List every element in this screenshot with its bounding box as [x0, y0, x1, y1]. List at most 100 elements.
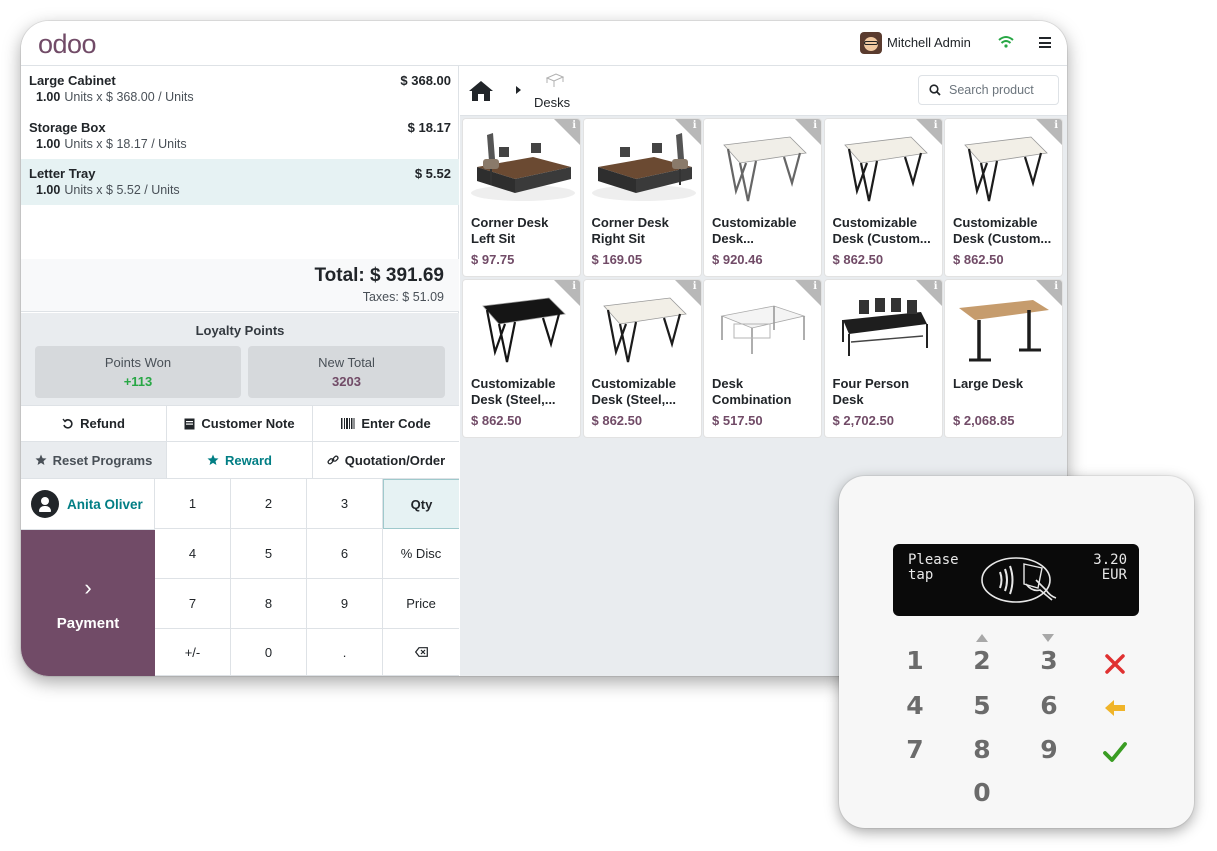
numpad-key-4[interactable]: 4 — [155, 529, 231, 579]
terminal-key-4[interactable]: 4 — [895, 691, 935, 725]
product-price: $ 517.50 — [712, 413, 763, 428]
numpad-key-disc[interactable]: % Disc — [383, 529, 459, 579]
numpad-key-5[interactable]: 5 — [231, 529, 307, 579]
product-name: Customizable Desk (Custom... — [953, 215, 1052, 246]
terminal-key-6[interactable]: 6 — [1029, 691, 1069, 725]
order-line-qty: 1.00 — [36, 90, 61, 104]
info-icon[interactable]: i — [693, 120, 697, 131]
numpad-key-6[interactable]: 6 — [307, 529, 383, 579]
wifi-icon — [998, 36, 1014, 48]
search-box[interactable] — [918, 75, 1059, 105]
product-card[interactable]: i Four Person Desk $ 2,702.50 — [824, 280, 942, 437]
star-icon — [207, 454, 219, 465]
numpad-key-plus-minus[interactable]: +/- — [155, 629, 231, 676]
order-line-name: Large Cabinet — [29, 73, 116, 88]
reward-label: Reward — [225, 452, 272, 468]
hamburger-menu-icon[interactable] — [1039, 37, 1051, 48]
numpad-key-8[interactable]: 8 — [231, 579, 307, 629]
terminal-key-7[interactable]: 7 — [895, 735, 935, 769]
quotation-order-button[interactable]: Quotation/Order — [313, 442, 459, 479]
order-line-qty: 1.00 — [36, 137, 61, 151]
backspace-key[interactable] — [383, 629, 459, 676]
product-info-badge[interactable] — [1036, 119, 1062, 145]
numpad-key-price[interactable]: Price — [383, 579, 459, 629]
enter-code-button[interactable]: Enter Code — [313, 406, 459, 442]
terminal-key-5[interactable]: 5 — [962, 691, 1002, 725]
product-name: Customizable Desk (Steel,... — [591, 376, 677, 407]
numpad-key-3[interactable]: 3 — [307, 479, 383, 529]
terminal-amount: 3.20 — [1093, 552, 1127, 568]
user-avatar[interactable] — [860, 32, 882, 54]
reward-button[interactable]: Reward — [167, 442, 313, 479]
info-icon[interactable]: i — [813, 120, 817, 131]
odoo-logo: odoo — [38, 29, 97, 59]
payment-button[interactable]: › Payment — [21, 530, 155, 676]
product-card[interactable]: i Customizable Desk... $ 920.46 — [704, 119, 821, 276]
customer-button[interactable]: Anita Oliver — [21, 479, 155, 530]
info-icon[interactable]: i — [1054, 120, 1058, 131]
product-info-badge[interactable] — [795, 119, 821, 145]
info-icon[interactable]: i — [934, 120, 938, 131]
clear-arrow-icon[interactable] — [1101, 694, 1129, 722]
home-icon[interactable] — [468, 80, 494, 102]
arrow-down-icon[interactable] — [1042, 634, 1054, 642]
terminal-key-2[interactable]: 2 — [962, 646, 1002, 680]
product-card[interactable]: i Large Desk $ 2,068.85 — [945, 280, 1062, 437]
order-line[interactable]: Letter Tray $ 5.52 1.00 Units x $ 5.52 / Un… — [21, 159, 459, 205]
terminal-amount-display: 3.20 EUR — [1093, 553, 1127, 583]
info-icon[interactable]: i — [572, 281, 576, 292]
desk-category-icon — [546, 73, 564, 87]
product-name: Desk Combination — [712, 376, 792, 407]
info-icon[interactable]: i — [813, 281, 817, 292]
points-won-label: Points Won — [104, 355, 172, 370]
product-card[interactable]: i Corner Desk Right Sit $ 169.05 — [583, 119, 701, 276]
terminal-key-9[interactable]: 9 — [1029, 735, 1069, 769]
info-icon[interactable]: i — [1054, 281, 1058, 292]
refund-button[interactable]: Refund — [21, 406, 167, 442]
order-line[interactable]: Large Cabinet $ 368.00 1.00 Units x $ 368.0… — [21, 66, 459, 112]
breadcrumb-desks[interactable]: Desks — [534, 95, 570, 110]
customer-note-button[interactable]: Customer Note — [167, 406, 313, 442]
order-line-price: $ 368.00 — [400, 73, 451, 88]
terminal-key-3[interactable]: 3 — [1029, 646, 1069, 680]
numpad-key-decimal[interactable]: . — [307, 629, 383, 676]
search-input[interactable] — [949, 83, 1053, 97]
product-card[interactable]: i Corner Desk Left Sit $ 97.75 — [463, 119, 580, 276]
order-line-price: $ 5.52 — [414, 166, 451, 181]
product-card[interactable]: i Customizable Desk (Steel,... $ 862.50 — [583, 280, 701, 437]
search-icon — [929, 84, 941, 96]
product-card[interactable]: i Customizable Desk (Steel,... $ 862.50 — [463, 280, 580, 437]
product-card[interactable]: i Desk Combination $ 517.50 — [704, 280, 821, 437]
product-price: $ 97.75 — [471, 252, 515, 267]
numpad-key-7[interactable]: 7 — [155, 579, 231, 629]
link-icon — [327, 455, 339, 465]
product-info-badge[interactable] — [795, 280, 821, 306]
terminal-key-8[interactable]: 8 — [962, 735, 1002, 769]
numpad-key-qty[interactable]: Qty — [383, 479, 459, 529]
info-icon[interactable]: i — [572, 120, 576, 131]
product-info-badge[interactable] — [554, 119, 580, 145]
numpad-key-9[interactable]: 9 — [307, 579, 383, 629]
product-info-badge[interactable] — [554, 280, 580, 306]
reset-programs-button[interactable]: Reset Programs — [21, 442, 167, 479]
info-icon[interactable]: i — [934, 281, 938, 292]
terminal-key-1[interactable]: 1 — [895, 646, 935, 680]
info-icon[interactable]: i — [693, 281, 697, 292]
product-info-badge[interactable] — [1036, 280, 1062, 306]
product-card[interactable]: i Customizable Desk (Custom... $ 862.50 — [824, 119, 942, 276]
numpad-key-0[interactable]: 0 — [231, 629, 307, 676]
numpad-key-1[interactable]: 1 — [155, 479, 231, 529]
terminal-key-0[interactable]: 0 — [962, 778, 1002, 812]
numpad-key-2[interactable]: 2 — [231, 479, 307, 529]
arrow-up-icon[interactable] — [976, 634, 988, 642]
cancel-x-icon[interactable] — [1101, 650, 1129, 678]
order-line-name: Storage Box — [29, 120, 106, 135]
order-line[interactable]: Storage Box $ 18.17 1.00 Units x $ 18.17 / … — [21, 113, 459, 159]
points-won-value: +113 — [123, 374, 153, 389]
user-name[interactable]: Mitchell Admin — [887, 35, 971, 50]
product-price: $ 862.50 — [953, 252, 1004, 267]
product-card[interactable]: i Customizable Desk (Custom... $ 862.50 — [945, 119, 1062, 276]
category-bar: Desks — [460, 66, 1067, 116]
confirm-check-icon[interactable] — [1101, 738, 1129, 766]
order-line-detail: 1.00 Units x $ 18.17 / Units — [29, 137, 451, 151]
